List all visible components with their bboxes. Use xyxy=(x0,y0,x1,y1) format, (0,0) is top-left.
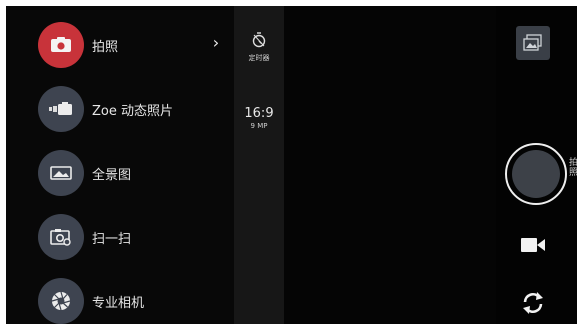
zoe-icon xyxy=(38,86,84,132)
mode-label: Zoe 动态照片 xyxy=(92,104,173,119)
chevron-right-icon[interactable]: › xyxy=(206,33,226,53)
mode-item-scan[interactable]: 扫一扫 xyxy=(6,208,234,270)
mode-item-zoe[interactable]: Zoe 动态照片 xyxy=(6,80,234,142)
gallery-thumbnail[interactable] xyxy=(516,26,550,60)
mode-item-panorama[interactable]: 全景图 xyxy=(6,144,234,206)
mode-menu: 拍照 › Zoe 动态照片 全景图 扫一扫 专业相机 xyxy=(6,6,234,324)
aperture-icon xyxy=(38,278,84,324)
camera-screen: 拍照 › Zoe 动态照片 全景图 扫一扫 专业相机 定时器 16:9 9 MP… xyxy=(6,6,577,324)
settings-strip: 定时器 16:9 9 MP xyxy=(234,6,284,324)
timer-button[interactable]: 定时器 xyxy=(234,32,284,63)
shutter-label: 拍照 xyxy=(569,158,577,178)
shutter-inner xyxy=(512,150,560,198)
switch-camera-icon xyxy=(523,292,543,314)
megapixels: 9 MP xyxy=(250,122,268,130)
mode-label: 扫一扫 xyxy=(92,232,132,247)
panorama-icon xyxy=(38,150,84,196)
mode-item-photo[interactable]: 拍照 › xyxy=(6,16,234,78)
mode-label: 全景图 xyxy=(92,168,132,183)
mode-label: 拍照 xyxy=(92,40,119,55)
switch-camera-button[interactable] xyxy=(519,289,547,317)
aspect-ratio: 16:9 xyxy=(244,106,274,121)
shutter-button[interactable] xyxy=(505,143,567,205)
capture-controls: 拍照 xyxy=(496,6,577,324)
timer-icon xyxy=(252,32,266,48)
record-video-button[interactable] xyxy=(520,236,546,254)
mode-label: 专业相机 xyxy=(92,296,145,311)
gallery-icon xyxy=(523,34,542,51)
resolution-button[interactable]: 16:9 9 MP xyxy=(234,106,284,130)
mode-item-pro[interactable]: 专业相机 xyxy=(6,272,234,324)
video-camera-icon xyxy=(521,238,545,252)
viewfinder[interactable] xyxy=(284,6,496,324)
camera-icon xyxy=(38,22,84,68)
timer-label: 定时器 xyxy=(248,54,270,62)
scan-icon xyxy=(38,214,84,260)
